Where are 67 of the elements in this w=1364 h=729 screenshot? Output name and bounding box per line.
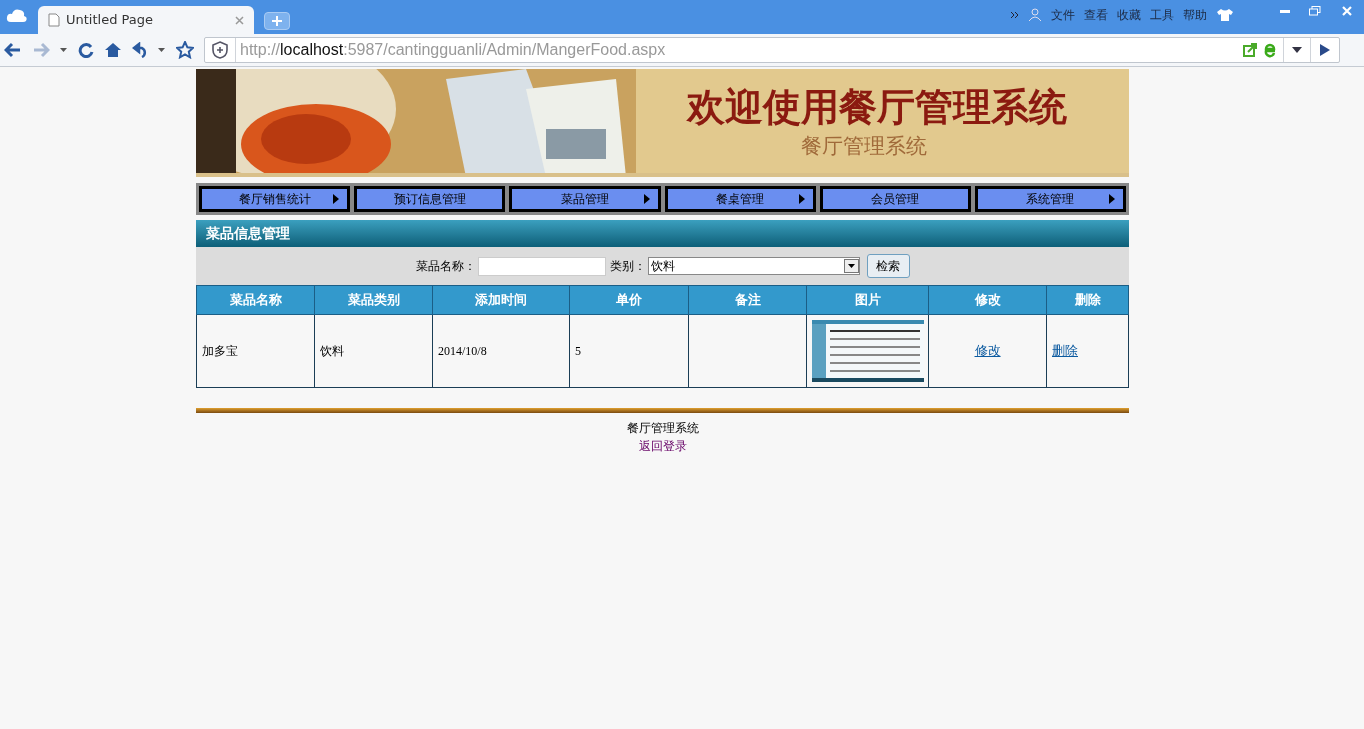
menu-item[interactable]: 文件 bbox=[1051, 6, 1075, 24]
new-tab-button[interactable] bbox=[264, 12, 290, 30]
column-header: 菜品名称 bbox=[196, 285, 315, 315]
home-icon[interactable] bbox=[104, 42, 122, 58]
back-icon[interactable] bbox=[4, 42, 22, 58]
menu-item[interactable]: 查看 bbox=[1084, 6, 1108, 24]
column-header: 删除 bbox=[1046, 285, 1129, 315]
play-icon[interactable] bbox=[1320, 44, 1330, 56]
nav-menu-item[interactable]: 餐厅销售统计 bbox=[199, 186, 351, 212]
refresh-icon[interactable] bbox=[78, 42, 94, 58]
field-label: 菜品名称： bbox=[415, 258, 476, 275]
banner-title: 欢迎使用餐厅管理系统 bbox=[687, 83, 1067, 131]
table-cell: 5 bbox=[569, 314, 689, 388]
plus-icon bbox=[272, 16, 282, 26]
user-icon[interactable] bbox=[1028, 8, 1042, 22]
nav-menu-item[interactable]: 餐桌管理 bbox=[664, 186, 816, 212]
ie-icon[interactable] bbox=[1263, 42, 1277, 58]
table-cell: 饮料 bbox=[314, 314, 433, 388]
back-to-login-link[interactable]: 返回登录 bbox=[638, 437, 687, 455]
name-field[interactable] bbox=[477, 256, 606, 276]
triangle-icon bbox=[1109, 194, 1116, 204]
column-header: 添加时间 bbox=[432, 285, 570, 315]
banner-subtitle: 餐厅管理系统 bbox=[801, 133, 927, 160]
shirt-icon[interactable] bbox=[1216, 8, 1234, 22]
dropdown-icon bbox=[843, 259, 859, 273]
menu-item[interactable]: 帮助 bbox=[1183, 6, 1207, 24]
triangle-icon bbox=[643, 194, 650, 204]
search-button[interactable]: 检索 bbox=[866, 254, 910, 278]
star-icon[interactable] bbox=[176, 41, 194, 59]
address-bar[interactable]: http://localhost:5987/cantingguanli/Admin/MangerFood.aspx bbox=[204, 37, 1340, 63]
delete-link[interactable]: 删除 bbox=[1052, 343, 1078, 359]
tab-title: Untitled Page bbox=[66, 11, 155, 30]
nav-menu-item[interactable]: 菜品管理 bbox=[509, 186, 661, 212]
table-cell: 加多宝 bbox=[196, 314, 315, 388]
column-header: 菜品类别 bbox=[314, 285, 433, 315]
column-header: 修改 bbox=[928, 285, 1047, 315]
close-icon bbox=[1342, 6, 1352, 16]
nav-menu-item[interactable]: 系统管理 bbox=[974, 186, 1127, 212]
nav-menu-item[interactable]: 会员管理 bbox=[819, 186, 971, 212]
chevrons-icon[interactable] bbox=[1010, 11, 1019, 19]
undo-icon[interactable] bbox=[132, 42, 148, 58]
cloud-icon bbox=[6, 7, 28, 23]
forward-icon[interactable] bbox=[32, 42, 50, 58]
triangle-icon bbox=[798, 194, 805, 204]
share-icon[interactable] bbox=[1243, 43, 1257, 57]
triangle-icon bbox=[333, 194, 340, 204]
url-text: http://localhost:5987/cantingguanli/Admin/MangerFood.aspx bbox=[240, 40, 667, 60]
browser-tab[interactable]: Untitled Page bbox=[38, 6, 254, 34]
section-title: 菜品信息管理 bbox=[206, 224, 290, 243]
menu-item[interactable]: 工具 bbox=[1150, 6, 1174, 24]
restore-icon bbox=[1309, 6, 1321, 16]
field-label: 类别： bbox=[609, 258, 646, 275]
edit-link[interactable]: 修改 bbox=[974, 343, 1001, 359]
caret-icon[interactable] bbox=[60, 47, 68, 53]
dropdown-icon[interactable] bbox=[1292, 47, 1302, 53]
page-icon bbox=[48, 13, 60, 27]
column-header: 单价 bbox=[569, 285, 689, 315]
caret-icon[interactable] bbox=[158, 47, 166, 53]
close-icon[interactable] bbox=[235, 15, 244, 25]
table-cell: 2014/10/8 bbox=[432, 314, 570, 388]
nav-menu-item[interactable]: 预订信息管理 bbox=[354, 186, 506, 212]
column-header: 图片 bbox=[806, 285, 929, 315]
footer-text: 餐厅管理系统 bbox=[626, 420, 699, 437]
shield-icon bbox=[211, 41, 229, 59]
column-header: 备注 bbox=[688, 285, 807, 315]
menu-item[interactable]: 收藏 bbox=[1117, 6, 1141, 24]
category-select[interactable]: 饮料 bbox=[647, 257, 860, 275]
